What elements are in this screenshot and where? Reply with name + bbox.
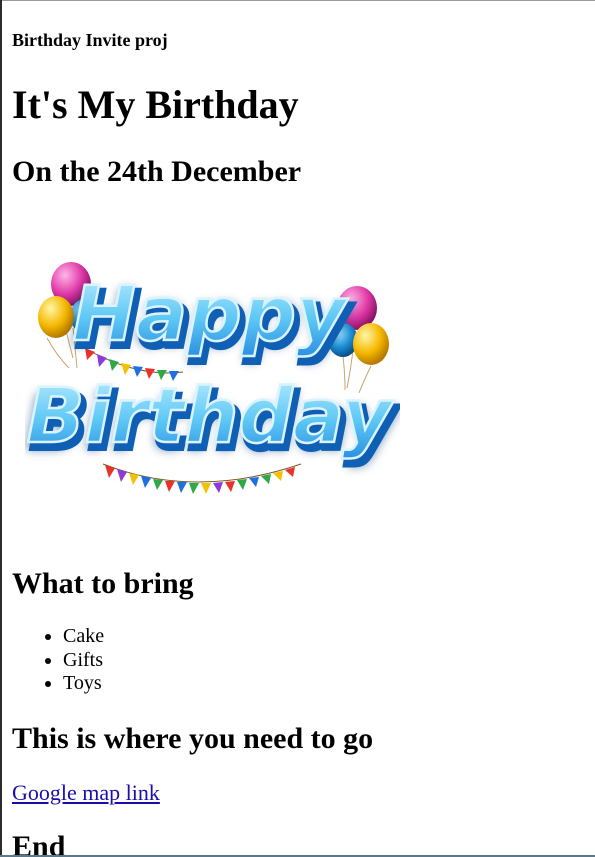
project-title: Birthday Invite proj: [12, 30, 168, 50]
window-top-border: [0, 0, 595, 1]
bring-heading: What to bring: [12, 567, 194, 600]
list-item-cake: Cake: [63, 625, 104, 649]
end-heading: End: [12, 830, 66, 857]
bring-list: Cake Gifts Toys: [12, 625, 104, 696]
google-map-link[interactable]: Google map link: [12, 780, 160, 806]
window-left-border: [0, 0, 2, 857]
happy-text: Happy: [72, 269, 349, 358]
page-title: It's My Birthday: [12, 82, 299, 127]
birthday-text: Birthday: [27, 371, 395, 460]
location-heading: This is where you need to go: [12, 722, 374, 755]
happy-birthday-image: Happy Birthday Happy Birthday Happy Birt…: [25, 238, 400, 533]
list-item-toys: Toys: [63, 672, 104, 696]
date-heading: On the 24th December: [12, 155, 302, 188]
list-item-gifts: Gifts: [63, 649, 104, 673]
